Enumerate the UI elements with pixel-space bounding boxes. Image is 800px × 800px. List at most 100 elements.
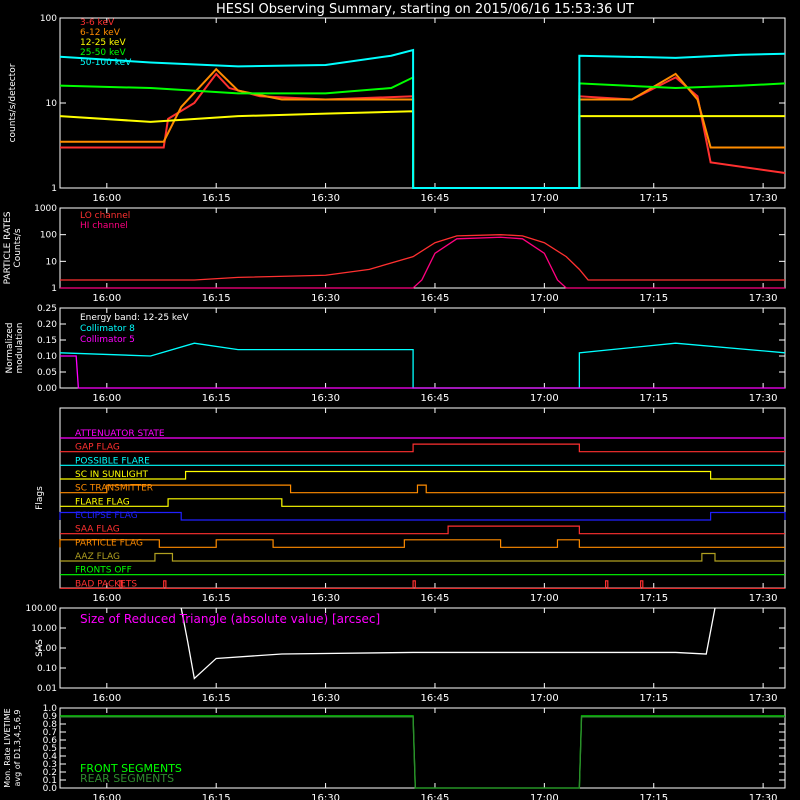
legend-entry: 12-25 keV (80, 38, 126, 48)
legend-entry: 6-12 keV (80, 28, 121, 38)
x-tick-label: 17:00 (530, 593, 559, 604)
flag-label: SC IN SUNLIGHT (75, 470, 149, 480)
legend-entry: Collimator 5 (80, 335, 135, 345)
y-tick-label: 10.00 (31, 624, 57, 634)
x-tick-label: 17:30 (749, 393, 778, 404)
x-tick-label: 17:15 (639, 393, 668, 404)
y-axis-label: Mon. Rate LIVETIME (3, 708, 12, 787)
flag-line (60, 552, 785, 562)
x-tick-label: 16:30 (311, 693, 340, 704)
y-tick-label: 1000 (34, 204, 57, 214)
flag-label: POSSIBLE FLARE (75, 456, 150, 466)
x-tick-label: 16:15 (202, 593, 231, 604)
panel-modulation: 16:00 16:15 16:30 16:45 17:00 17:15 17:30 Norma… (5, 304, 786, 404)
x-tick-label: 17:30 (749, 793, 778, 800)
x-tick-label: 17:15 (639, 593, 668, 604)
y-tick-label: 100.00 (26, 604, 58, 614)
y-tick-label: 0.01 (37, 684, 57, 694)
x-tick-label: 16:00 (92, 793, 121, 800)
x-tick-label: 16:00 (92, 293, 121, 304)
flag-label: BAD PACKETS (75, 579, 137, 589)
flag-line (60, 525, 785, 535)
x-tick-label: 17:30 (749, 293, 778, 304)
x-tick-label: 16:45 (421, 393, 450, 404)
flag-line (59, 539, 785, 548)
legend-entry: Collimator 8 (80, 324, 135, 334)
y-tick-label: 0.10 (37, 352, 57, 362)
legend-entry: 25-50 keV (80, 48, 126, 58)
x-tick-label: 17:30 (749, 693, 778, 704)
x-tick-label: 16:15 (202, 193, 231, 204)
flag-label: SAA FLAG (75, 525, 120, 535)
y-tick-label: 100 (40, 14, 57, 24)
panel-frame (59, 17, 786, 189)
panel-count_rates: 16:00 16:15 16:30 16:45 17:00 17:15 17:30 count… (8, 14, 786, 204)
legend-entry: LO channel (80, 211, 130, 221)
x-tick-label: 16:00 (92, 693, 121, 704)
series-line (59, 110, 785, 189)
y-axis-label: PARTICLE RATES (3, 211, 13, 284)
x-tick-label: 17:30 (749, 193, 778, 204)
x-tick-label: 16:00 (92, 393, 121, 404)
panel-livetime: 16:00 16:15 16:30 16:45 17:00 17:15 17:30 Mon. … (3, 704, 786, 800)
y-tick-label: 0.00 (37, 384, 57, 394)
x-tick-label: 16:15 (202, 393, 231, 404)
y-tick-label: 1 (51, 284, 57, 294)
flag-line (60, 484, 785, 494)
flag-label: SC TRANSMITTER (75, 484, 153, 494)
x-tick-label: 16:15 (202, 293, 231, 304)
x-tick-label: 16:30 (311, 393, 340, 404)
panel-frame (59, 207, 786, 289)
flag-label: ECLIPSE FLAG (75, 511, 138, 521)
x-tick-label: 17:00 (530, 393, 559, 404)
flag-line (60, 498, 785, 507)
x-tick-label: 17:00 (530, 693, 559, 704)
flag-line (60, 470, 785, 480)
observing-summary-figure: HESSI Observing Summary, starting on 201… (3, 2, 786, 800)
series-line (60, 67, 785, 189)
series-line (59, 342, 786, 389)
figure-title: HESSI Observing Summary, starting on 201… (216, 2, 634, 17)
legend-entry: 50-100 keV (80, 58, 132, 68)
y-axis-label: Counts/s (13, 228, 23, 267)
x-tick-label: 16:15 (202, 793, 231, 800)
y-tick-label: 1.0 (43, 704, 58, 714)
series-line (60, 234, 785, 281)
x-tick-label: 16:45 (421, 593, 450, 604)
y-tick-label: 1 (51, 184, 57, 194)
flag-line (59, 511, 786, 521)
series-line (60, 355, 785, 389)
y-tick-label: 0.05 (37, 368, 57, 378)
flag-label: AAZ FLAG (75, 552, 120, 562)
y-axis-label: modulation (15, 323, 25, 374)
x-tick-label: 16:30 (311, 293, 340, 304)
x-tick-label: 17:15 (639, 793, 668, 800)
y-tick-label: 0.10 (37, 664, 57, 674)
panel-annotation: Size of Reduced Triangle (absolute value… (80, 612, 380, 626)
legend-entry: HI channel (80, 221, 128, 231)
y-axis-label: counts/s/detector (8, 63, 18, 142)
flag-label: FRONTS OFF (75, 566, 132, 576)
flag-label: PARTICLE FLAG (75, 538, 143, 548)
x-tick-label: 16:00 (92, 593, 121, 604)
panel-flags: 16:00 16:15 16:30 16:45 17:00 17:15 17:30 Flags… (35, 407, 786, 604)
legend-entry: REAR SEGMENTS (80, 772, 174, 785)
y-tick-label: 0.20 (37, 320, 57, 330)
flag-line (60, 443, 785, 453)
y-axis-label: Normalized (5, 322, 15, 373)
y-axis-label: Flags (35, 486, 45, 510)
x-tick-label: 16:15 (202, 693, 231, 704)
x-tick-label: 16:45 (421, 793, 450, 800)
panels: 16:00 16:15 16:30 16:45 17:00 17:15 17:30 count… (3, 14, 786, 800)
y-tick-label: 1.00 (37, 644, 57, 654)
x-tick-label: 17:15 (639, 693, 668, 704)
flag-label: FLARE FLAG (75, 497, 130, 507)
flag-line (60, 580, 785, 589)
y-tick-label: 10 (46, 257, 58, 267)
x-tick-label: 16:30 (311, 193, 340, 204)
x-tick-label: 16:45 (421, 293, 450, 304)
flag-label: ATTENUATOR STATE (75, 429, 165, 439)
y-tick-label: 0.15 (37, 336, 57, 346)
panel-sas: 16:00 16:15 16:30 16:45 17:00 17:15 17:30SAS0.… (26, 604, 786, 704)
x-tick-label: 17:00 (530, 293, 559, 304)
